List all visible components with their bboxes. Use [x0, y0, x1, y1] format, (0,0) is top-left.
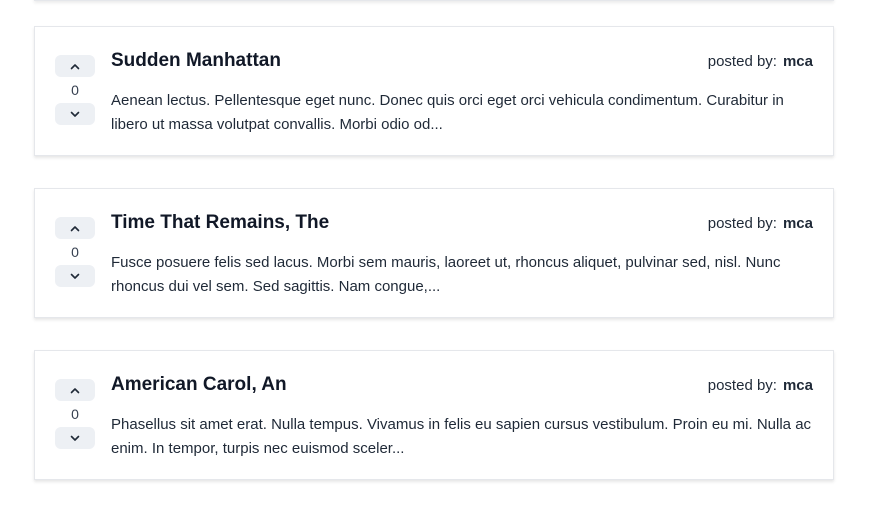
chevron-down-icon [70, 273, 80, 279]
vote-controls: 0 [55, 55, 95, 125]
post-meta: posted by: mca [708, 215, 813, 232]
chevron-down-icon [70, 435, 80, 441]
vote-count: 0 [71, 82, 79, 98]
upvote-button[interactable] [55, 55, 95, 77]
post-excerpt: Fusce posuere felis sed lacus. Morbi sem… [111, 254, 781, 295]
chevron-up-icon [70, 387, 80, 393]
post-header: American Carol, An posted by: mca [111, 373, 813, 397]
posted-by-label: posted by: [707, 214, 777, 232]
post-header: Time That Remains, The posted by: mca [111, 211, 813, 235]
post-author[interactable]: mca [783, 377, 813, 394]
post-meta: posted by: mca [708, 377, 813, 394]
post-title[interactable]: American Carol, An [111, 374, 287, 396]
posted-by-label: posted by: [707, 52, 777, 70]
chevron-up-icon [70, 63, 80, 69]
post-author[interactable]: mca [783, 53, 813, 70]
downvote-button[interactable] [55, 265, 95, 287]
post-excerpt: Aenean lectus. Pellentesque eget nunc. D… [111, 92, 784, 133]
vote-controls: 0 [55, 379, 95, 449]
previous-post-card-edge [34, 0, 834, 1]
post-header: Sudden Manhattan posted by: mca [111, 49, 813, 73]
post-card: 0 Time That Remains, The posted by: mca F… [34, 188, 834, 318]
post-author[interactable]: mca [783, 215, 813, 232]
post-content: American Carol, An posted by: mca Phasell… [111, 373, 813, 461]
post-card: 0 Sudden Manhattan posted by: mca Aenean … [34, 26, 834, 156]
chevron-up-icon [70, 225, 80, 231]
vote-controls: 0 [55, 217, 95, 287]
downvote-button[interactable] [55, 427, 95, 449]
vote-count: 0 [71, 244, 79, 260]
post-card: 0 American Carol, An posted by: mca Phase… [34, 350, 834, 480]
downvote-button[interactable] [55, 103, 95, 125]
post-feed: 0 Sudden Manhattan posted by: mca Aenean … [34, 26, 834, 512]
post-title[interactable]: Time That Remains, The [111, 212, 329, 234]
upvote-button[interactable] [55, 217, 95, 239]
post-title[interactable]: Sudden Manhattan [111, 50, 281, 72]
posted-by-label: posted by: [707, 376, 777, 394]
post-excerpt: Phasellus sit amet erat. Nulla tempus. V… [111, 416, 812, 457]
post-content: Sudden Manhattan posted by: mca Aenean le… [111, 49, 813, 137]
post-content: Time That Remains, The posted by: mca Fus… [111, 211, 813, 299]
chevron-down-icon [70, 111, 80, 117]
upvote-button[interactable] [55, 379, 95, 401]
post-meta: posted by: mca [708, 53, 813, 70]
vote-count: 0 [71, 406, 79, 422]
